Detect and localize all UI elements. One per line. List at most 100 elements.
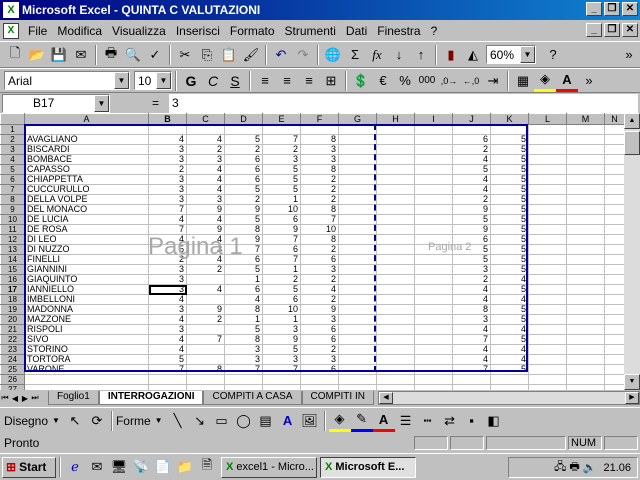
borders-icon[interactable]: ▦ — [512, 70, 534, 92]
student-name-cell[interactable]: SIVO — [24, 334, 149, 345]
last-sheet-icon[interactable]: ⏭ — [30, 387, 40, 409]
menu-dati[interactable]: Dati — [341, 24, 372, 38]
row-header[interactable]: 7 — [0, 184, 25, 195]
grade-cell[interactable]: 4 — [186, 174, 225, 185]
grade-cell[interactable]: 5 — [224, 264, 263, 275]
empty-cell[interactable] — [528, 164, 567, 175]
student-name-cell[interactable]: CHIAPPETTA — [24, 174, 149, 185]
desktop-icon[interactable]: 🖥 — [108, 456, 130, 478]
row-header[interactable]: 18 — [0, 294, 25, 305]
empty-cell[interactable] — [566, 314, 605, 325]
grade-cell[interactable]: 6 — [300, 334, 339, 345]
grade-cell[interactable]: 5 — [224, 134, 263, 145]
scroll-left-icon[interactable]: ◀ — [378, 392, 393, 404]
grade-cell[interactable] — [338, 164, 377, 175]
empty-cell[interactable] — [566, 154, 605, 165]
grade-cell[interactable] — [338, 304, 377, 315]
grade-cell[interactable]: 4 — [452, 174, 491, 185]
grade-cell[interactable]: 3 — [262, 324, 301, 335]
empty-cell[interactable] — [528, 354, 567, 365]
grade-cell[interactable] — [414, 304, 453, 315]
grade-cell[interactable] — [262, 374, 301, 385]
student-name-cell[interactable]: GIANNINI — [24, 264, 149, 275]
empty-cell[interactable] — [604, 124, 625, 135]
empty-cell[interactable] — [604, 344, 625, 355]
student-name-cell[interactable]: DE LUCIA — [24, 214, 149, 225]
grade-cell[interactable] — [414, 264, 453, 275]
underline-button[interactable]: S — [224, 70, 246, 92]
empty-cell[interactable] — [566, 164, 605, 175]
empty-cell[interactable] — [604, 144, 625, 155]
align-left-icon[interactable]: ≡ — [254, 70, 276, 92]
percent-button[interactable]: % — [394, 70, 416, 92]
thousands-button[interactable]: 000 — [416, 70, 438, 92]
grade-cell[interactable]: 2 — [452, 274, 491, 285]
empty-cell[interactable] — [528, 174, 567, 185]
grade-cell[interactable] — [376, 184, 415, 195]
zoom-combo[interactable]: 60% ▼ — [486, 45, 536, 64]
line-icon[interactable]: ╲ — [167, 410, 189, 432]
row-header[interactable]: 3 — [0, 144, 25, 155]
volume-icon[interactable]: 🔈 — [583, 461, 597, 474]
grade-cell[interactable]: 5 — [262, 184, 301, 195]
grade-cell[interactable]: 8 — [300, 234, 339, 245]
column-header[interactable]: C — [186, 113, 225, 125]
print-preview-icon[interactable]: 🔍 — [122, 44, 144, 66]
empty-cell[interactable] — [528, 184, 567, 195]
merge-center-icon[interactable]: ⊞ — [320, 70, 342, 92]
grade-cell[interactable] — [338, 264, 377, 275]
decrease-decimal-icon[interactable]: ←,0 — [460, 70, 482, 92]
grade-cell[interactable]: 6 — [224, 284, 263, 295]
grade-cell[interactable]: 2 — [224, 194, 263, 205]
empty-cell[interactable] — [566, 364, 605, 375]
grade-cell[interactable]: 5 — [490, 284, 529, 295]
grade-cell[interactable]: 5 — [148, 244, 187, 255]
grade-cell[interactable] — [452, 374, 491, 385]
grade-cell[interactable] — [338, 204, 377, 215]
rectangle-icon[interactable]: ▭ — [211, 410, 233, 432]
grade-cell[interactable] — [376, 204, 415, 215]
menu-visualizza[interactable]: Visualizza — [107, 24, 171, 38]
grade-cell[interactable] — [376, 264, 415, 275]
cell-table[interactable]: A B C D E F G H I J K L M N 1 2 AVAGLIANO 4 4 5 7 8 6 5 3 BISCARD… — [0, 113, 625, 390]
task-microsoft-excel[interactable]: X Microsoft E... — [320, 456, 416, 478]
grade-cell[interactable]: 3 — [148, 324, 187, 335]
chevron-down-icon[interactable]: ▼ — [114, 72, 129, 89]
grade-cell[interactable] — [376, 254, 415, 265]
grade-cell[interactable]: 6 — [300, 324, 339, 335]
grade-cell[interactable]: 3 — [300, 144, 339, 155]
grade-cell[interactable] — [338, 124, 377, 135]
grade-cell[interactable]: 4 — [148, 234, 187, 245]
row-header[interactable]: 8 — [0, 194, 25, 205]
column-header[interactable]: J — [452, 113, 491, 125]
grade-cell[interactable] — [414, 234, 453, 245]
grade-cell[interactable] — [414, 374, 453, 385]
grade-cell[interactable] — [414, 324, 453, 335]
grade-cell[interactable]: 3 — [262, 354, 301, 365]
grade-cell[interactable] — [414, 314, 453, 325]
grade-cell[interactable]: 7 — [262, 134, 301, 145]
row-header[interactable]: 23 — [0, 344, 25, 355]
student-name-cell[interactable]: DI LEO — [24, 234, 149, 245]
empty-cell[interactable] — [604, 244, 625, 255]
empty-cell[interactable] — [528, 274, 567, 285]
column-header[interactable]: E — [262, 113, 301, 125]
empty-cell[interactable] — [528, 344, 567, 355]
column-header[interactable]: L — [528, 113, 567, 125]
student-name-cell[interactable] — [24, 374, 149, 385]
grade-cell[interactable]: 5 — [490, 234, 529, 245]
row-header[interactable]: 13 — [0, 244, 25, 255]
grade-cell[interactable] — [376, 134, 415, 145]
fill-color-icon[interactable]: ◈ — [328, 410, 351, 432]
grade-cell[interactable] — [338, 334, 377, 345]
grade-cell[interactable]: 3 — [300, 314, 339, 325]
grade-cell[interactable]: 4 — [452, 284, 491, 295]
shadow-icon[interactable]: ▪ — [461, 410, 483, 432]
grade-cell[interactable]: 7 — [300, 214, 339, 225]
grade-cell[interactable]: 3 — [452, 314, 491, 325]
grade-cell[interactable] — [376, 364, 415, 375]
grade-cell[interactable]: 4 — [224, 294, 263, 305]
student-name-cell[interactable]: CUCCURULLO — [24, 184, 149, 195]
chevron-down-icon[interactable]: ▼ — [94, 94, 109, 112]
grade-cell[interactable]: 5 — [490, 334, 529, 345]
